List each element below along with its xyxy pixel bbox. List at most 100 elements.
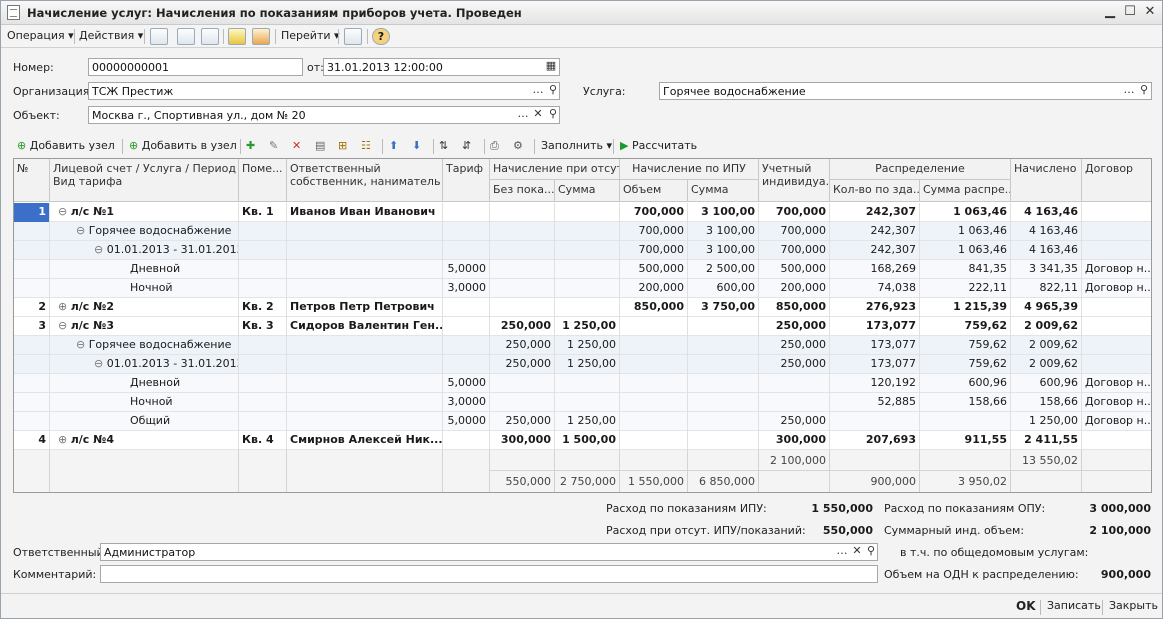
cell-ds[interactable]: 158,66 [920, 393, 1011, 412]
collapse-node-icon[interactable]: ⊖ [94, 357, 107, 370]
cell-num[interactable] [14, 355, 50, 374]
cell-dv[interactable]: 74,038 [830, 279, 920, 298]
cell-dv[interactable] [830, 412, 920, 431]
cell-num[interactable]: 3 [14, 317, 50, 336]
search-icon[interactable]: ⚲ [1137, 83, 1151, 99]
cell-ind[interactable]: 250,000 [759, 355, 830, 374]
col-header-dist-sum[interactable]: Сумма распре... [920, 180, 1011, 202]
cell-ind[interactable]: 200,000 [759, 279, 830, 298]
collapse-node-icon[interactable]: ⊖ [58, 205, 71, 218]
table-row[interactable]: ⊖ 01.01.2013 - 31.01.2013 250,000 1 250,00… [14, 355, 1151, 374]
cell-account[interactable]: ⊖ л/с №1 [50, 203, 239, 222]
cell-ch[interactable]: 2 411,55 [1011, 431, 1082, 450]
cell-ns[interactable] [555, 393, 620, 412]
cell-owner[interactable]: Иванов Иван Иванович [287, 203, 443, 222]
cell-iv[interactable]: 700,000 [620, 203, 688, 222]
cell-ct[interactable] [1082, 317, 1151, 336]
cell-account[interactable]: Ночной [50, 279, 239, 298]
cell-owner[interactable]: Петров Петр Петрович [287, 298, 443, 317]
table-row[interactable]: Дневной 5,0000 500,000 2 500,00 500,000 168,2… [14, 260, 1151, 279]
cell-room[interactable] [239, 393, 287, 412]
cell-ns[interactable] [555, 260, 620, 279]
cell-num[interactable]: 2 [14, 298, 50, 317]
cell-owner[interactable] [287, 412, 443, 431]
cell-dv[interactable]: 173,077 [830, 317, 920, 336]
cell-nv[interactable] [490, 279, 555, 298]
cell-tariff[interactable]: 5,0000 [443, 412, 490, 431]
cell-room[interactable] [239, 336, 287, 355]
cell-dv[interactable]: 168,269 [830, 260, 920, 279]
cell-ct[interactable]: Договор н... [1082, 279, 1151, 298]
move-down-icon[interactable]: ⬇ [412, 138, 421, 155]
copy-icon[interactable] [201, 28, 219, 45]
col-header-num[interactable]: № [14, 159, 50, 202]
cell-account[interactable]: ⊖ Горячее водоснабжение [50, 336, 239, 355]
cell-ct[interactable] [1082, 431, 1151, 450]
edit-icon[interactable]: ✎ [269, 138, 278, 155]
number-field[interactable]: 00000000001 [88, 58, 303, 76]
add-row-icon[interactable]: ✚ [246, 138, 255, 155]
cell-ind[interactable] [759, 374, 830, 393]
cell-dv[interactable]: 207,693 [830, 431, 920, 450]
add-to-node-button[interactable]: ⊕ Добавить в узел [129, 138, 237, 155]
cell-ct[interactable]: Договор н... [1082, 374, 1151, 393]
col-header-no-ipu[interactable]: Начисление при отсут... [490, 159, 620, 180]
cell-is[interactable] [688, 374, 759, 393]
cell-ns[interactable]: 1 250,00 [555, 336, 620, 355]
cell-tariff[interactable]: 3,0000 [443, 279, 490, 298]
cell-ds[interactable]: 600,96 [920, 374, 1011, 393]
cell-is[interactable]: 2 500,00 [688, 260, 759, 279]
cell-dv[interactable]: 276,923 [830, 298, 920, 317]
cell-owner[interactable] [287, 241, 443, 260]
cell-dv[interactable]: 173,077 [830, 336, 920, 355]
save-button[interactable]: Записать [1047, 598, 1101, 615]
cell-ch[interactable]: 4 965,39 [1011, 298, 1082, 317]
select-button-icon[interactable]: … [531, 83, 545, 99]
cell-is[interactable]: 3 100,00 [688, 241, 759, 260]
cell-tariff[interactable]: 5,0000 [443, 374, 490, 393]
cell-ind[interactable]: 500,000 [759, 260, 830, 279]
cell-account[interactable]: ⊖ 01.01.2013 - 31.01.2013 [50, 355, 239, 374]
cell-ns[interactable]: 1 500,00 [555, 431, 620, 450]
print-icon[interactable]: ⎙ [490, 138, 499, 155]
close-button[interactable]: Закрыть [1109, 598, 1158, 615]
cell-ch[interactable]: 2 009,62 [1011, 317, 1082, 336]
cell-ch[interactable]: 4 163,46 [1011, 203, 1082, 222]
cell-nv[interactable] [490, 298, 555, 317]
cell-ind[interactable]: 250,000 [759, 412, 830, 431]
cell-room[interactable] [239, 279, 287, 298]
cell-room[interactable]: Кв. 2 [239, 298, 287, 317]
cell-num[interactable] [14, 374, 50, 393]
cell-num[interactable]: 4 [14, 431, 50, 450]
cell-tariff[interactable]: 5,0000 [443, 260, 490, 279]
cell-nv[interactable] [490, 374, 555, 393]
cell-num[interactable]: 1 [14, 203, 50, 222]
clear-icon[interactable]: ✕ [531, 107, 545, 123]
table-row[interactable]: Ночной 3,0000 200,000 600,00 200,000 74,038 22… [14, 279, 1151, 298]
col-header-ipu-sum[interactable]: Сумма [688, 180, 759, 202]
cell-nv[interactable] [490, 222, 555, 241]
cell-nv[interactable]: 250,000 [490, 412, 555, 431]
col-header-no-ipu-volume[interactable]: Без пока... [490, 180, 555, 202]
cell-ns[interactable]: 1 250,00 [555, 317, 620, 336]
cell-num[interactable] [14, 412, 50, 431]
expand-node-icon[interactable]: ⊕ [58, 433, 71, 446]
cell-owner[interactable]: Сидоров Валентин Ген... [287, 317, 443, 336]
cell-ns[interactable] [555, 241, 620, 260]
cell-iv[interactable]: 700,000 [620, 222, 688, 241]
cell-is[interactable] [688, 317, 759, 336]
cell-tariff[interactable] [443, 336, 490, 355]
cell-iv[interactable]: 200,000 [620, 279, 688, 298]
cell-iv[interactable]: 500,000 [620, 260, 688, 279]
cell-account[interactable]: ⊖ Горячее водоснабжение [50, 222, 239, 241]
cell-ns[interactable] [555, 279, 620, 298]
cell-ch[interactable]: 158,66 [1011, 393, 1082, 412]
cell-account[interactable]: ⊕ л/с №2 [50, 298, 239, 317]
sort-desc-icon[interactable]: ⇵ [462, 138, 471, 155]
cell-owner[interactable] [287, 222, 443, 241]
cell-tariff[interactable] [443, 431, 490, 450]
organization-field[interactable]: ТСЖ Престиж [88, 82, 560, 100]
cell-account[interactable]: Ночной [50, 393, 239, 412]
list-settings-icon[interactable] [344, 28, 362, 45]
cell-is[interactable]: 3 100,00 [688, 203, 759, 222]
